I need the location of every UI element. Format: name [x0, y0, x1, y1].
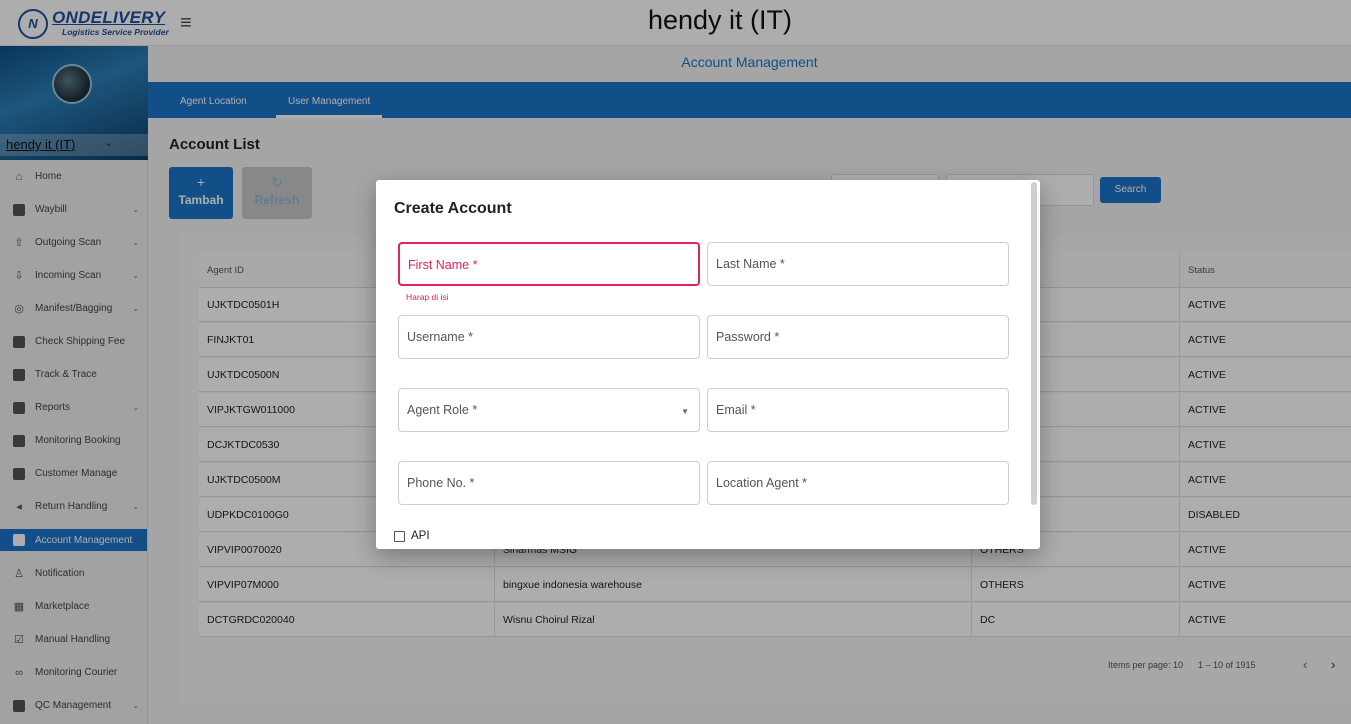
- username-field[interactable]: Username *: [398, 315, 700, 359]
- first-name-placeholder: First Name *: [408, 258, 478, 272]
- dropdown-arrow-icon: ▼: [681, 407, 689, 416]
- email-field[interactable]: Email *: [707, 388, 1009, 432]
- api-label: API: [411, 530, 430, 542]
- last-name-placeholder: Last Name *: [716, 257, 785, 271]
- email-placeholder: Email *: [716, 403, 756, 417]
- password-placeholder: Password *: [716, 330, 780, 344]
- dialog-scrollbar[interactable]: [1031, 182, 1037, 505]
- first-name-field[interactable]: First Name *: [398, 242, 700, 286]
- phone-placeholder: Phone No. *: [407, 476, 475, 490]
- agent-role-placeholder: Agent Role *: [407, 403, 478, 417]
- location-agent-field[interactable]: Location Agent *: [707, 461, 1009, 505]
- create-account-dialog: Create Account First Name * Last Name * …: [376, 180, 1040, 549]
- last-name-field[interactable]: Last Name *: [707, 242, 1009, 286]
- password-field[interactable]: Password *: [707, 315, 1009, 359]
- username-placeholder: Username *: [407, 330, 473, 344]
- api-checkbox-row[interactable]: API: [394, 530, 430, 542]
- first-name-error: Harap di isi: [406, 292, 449, 302]
- dialog-title: Create Account: [394, 200, 512, 217]
- api-checkbox[interactable]: [394, 530, 405, 542]
- phone-field[interactable]: Phone No. *: [398, 461, 700, 505]
- location-agent-placeholder: Location Agent *: [716, 476, 808, 490]
- agent-role-select[interactable]: Agent Role * ▼: [398, 388, 700, 432]
